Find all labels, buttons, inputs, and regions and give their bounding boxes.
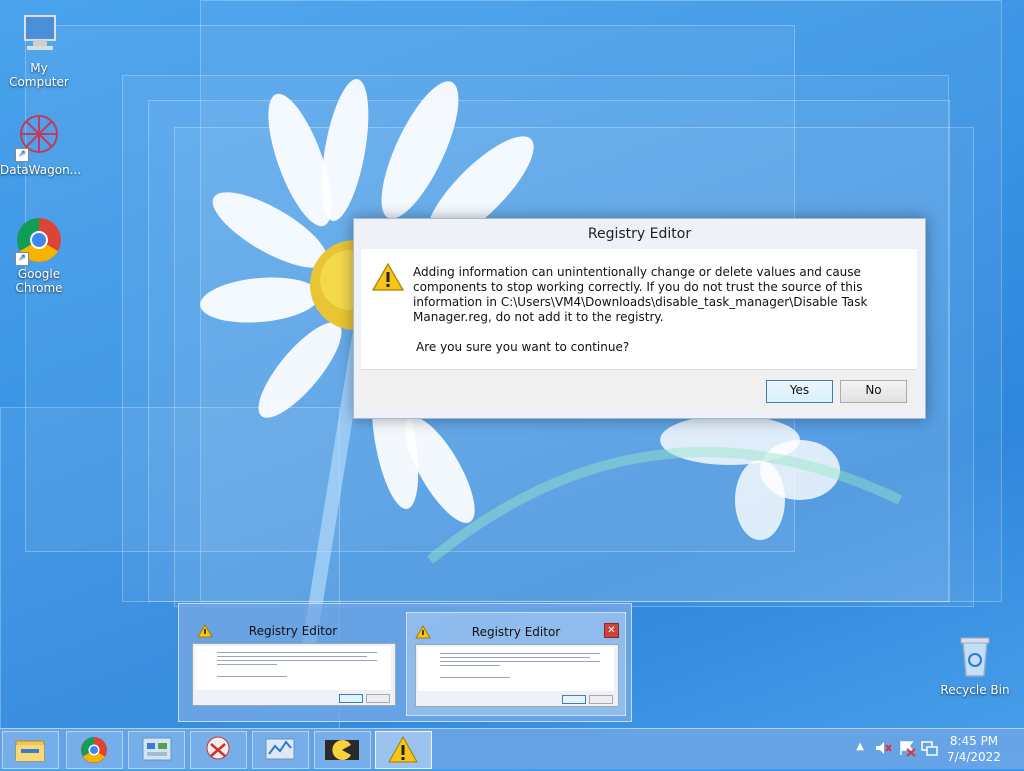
clock[interactable]: 8:45 PM 7/4/2022	[944, 733, 1004, 765]
network-icon[interactable]	[920, 739, 938, 760]
dialog-content: Adding information can unintentionally c…	[361, 249, 917, 369]
clock-date: 7/4/2022	[947, 750, 1001, 764]
taskbar-thumbnail-preview: Registry Editor Registry Editor ✕	[178, 603, 632, 722]
show-hidden-icons-icon[interactable]: ▲	[856, 741, 864, 752]
desktop-icon-label: Google Chrome	[15, 267, 63, 295]
desktop-icon-recycle-bin[interactable]: Recycle Bin	[936, 632, 1014, 697]
dialog-title: Registry Editor	[587, 226, 692, 242]
no-button[interactable]: No	[840, 380, 907, 403]
thumbnail-title: Registry Editor	[471, 625, 561, 639]
clock-time: 8:45 PM	[949, 734, 999, 748]
chrome-icon	[81, 737, 107, 763]
taskbar-snipping-tool[interactable]	[190, 731, 247, 769]
desktop-icon-label: My Computer	[9, 61, 69, 89]
computer-icon	[15, 10, 63, 58]
taskbar-control-panel[interactable]	[128, 731, 185, 769]
thumbnail-window-2[interactable]: Registry Editor ✕	[406, 612, 626, 716]
taskbar: ▲ 8:45 PM 7/4/2022	[0, 728, 1024, 769]
registry-editor-dialog: Registry Editor Adding information can u…	[353, 218, 926, 419]
desktop-icon-label: Recycle Bin	[940, 683, 1010, 697]
taskbar-pacman-game[interactable]	[314, 731, 371, 769]
thumbnail-dialog-preview	[415, 644, 619, 707]
pacman-icon	[325, 740, 359, 760]
snipping-icon	[206, 736, 230, 760]
warning-icon	[388, 735, 418, 763]
control-panel-icon	[142, 737, 172, 761]
desktop-icon-my-computer[interactable]: My Computer	[0, 10, 78, 89]
desktop-icon-label: DataWagon...	[0, 163, 82, 177]
thumbnail-title: Registry Editor	[248, 624, 338, 638]
recycle-bin-icon	[951, 632, 999, 680]
yes-button[interactable]: Yes	[766, 380, 833, 403]
file-explorer-icon	[15, 740, 45, 762]
thumbnail-window-1[interactable]: Registry Editor	[184, 612, 402, 714]
thumbnail-dialog-preview	[192, 643, 396, 706]
dialog-message: Adding information can unintentionally c…	[413, 265, 868, 324]
warning-icon	[371, 262, 405, 294]
dialog-footer: Yes No	[361, 369, 917, 412]
taskbar-performance-monitor[interactable]	[252, 731, 309, 769]
dialog-question: Are you sure you want to continue?	[416, 340, 630, 354]
close-icon[interactable]: ✕	[604, 623, 619, 638]
taskbar-file-explorer[interactable]	[2, 731, 59, 769]
desktop-icon-chrome[interactable]: ↗ Google Chrome	[0, 216, 78, 295]
datawagon-icon: ↗	[15, 112, 63, 162]
taskbar-registry-editor-dialog[interactable]	[375, 731, 432, 769]
desktop-icon-datawagon[interactable]: ↗ DataWagon...	[0, 112, 82, 177]
taskbar-chrome[interactable]	[66, 731, 123, 769]
volume-muted-icon[interactable]	[874, 739, 892, 760]
chrome-icon: ↗	[15, 216, 63, 266]
action-center-icon[interactable]	[898, 739, 916, 760]
performance-monitor-icon	[265, 738, 295, 760]
shortcut-arrow-icon: ↗	[15, 252, 29, 266]
shortcut-arrow-icon: ↗	[15, 148, 29, 162]
